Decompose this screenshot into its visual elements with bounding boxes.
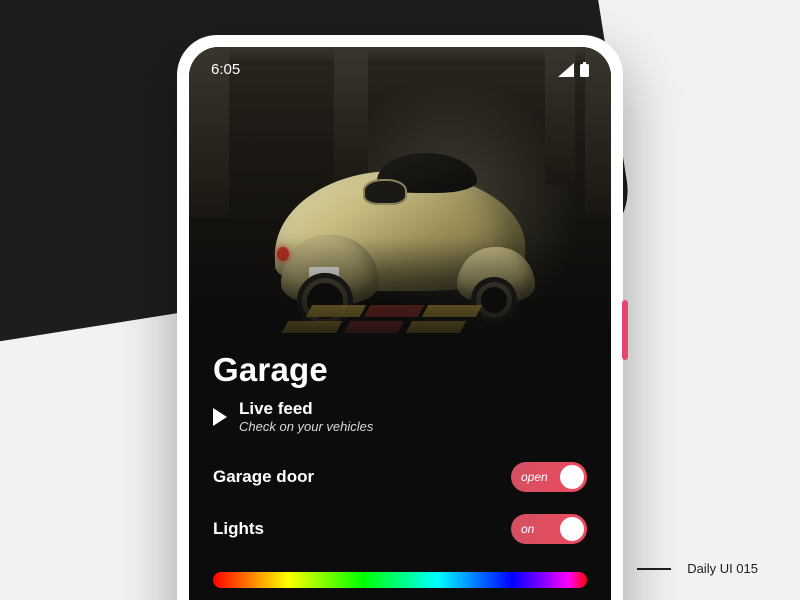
app-screen: 6:05 Garage Live feed Check on your vehi… [189, 47, 611, 600]
status-bar: 6:05 [189, 61, 611, 78]
battery-icon [580, 62, 589, 77]
live-feed-row[interactable]: Live feed Check on your vehicles [213, 399, 587, 434]
signal-icon [558, 63, 574, 77]
lights-state: on [521, 522, 534, 536]
device-power-button [622, 300, 628, 360]
device-frame: 6:05 Garage Live feed Check on your vehi… [177, 35, 623, 600]
garage-door-row: Garage door open [213, 462, 587, 492]
light-color-slider[interactable] [213, 572, 587, 588]
lights-label: Lights [213, 519, 264, 539]
caption-line [637, 568, 671, 570]
caption-text: Daily UI 015 [687, 561, 758, 576]
live-feed-subtitle: Check on your vehicles [239, 419, 373, 434]
artwork-caption: Daily UI 015 [637, 561, 758, 576]
toggle-knob [560, 517, 584, 541]
garage-camera-feed [189, 47, 611, 357]
garage-door-label: Garage door [213, 467, 314, 487]
lights-row: Lights on [213, 514, 587, 544]
toggle-knob [560, 465, 584, 489]
page-title: Garage [213, 351, 587, 389]
lights-toggle[interactable]: on [511, 514, 587, 544]
play-icon[interactable] [213, 408, 227, 426]
garage-door-state: open [521, 470, 548, 484]
status-time: 6:05 [211, 61, 240, 78]
live-feed-label: Live feed [239, 399, 373, 419]
garage-door-toggle[interactable]: open [511, 462, 587, 492]
